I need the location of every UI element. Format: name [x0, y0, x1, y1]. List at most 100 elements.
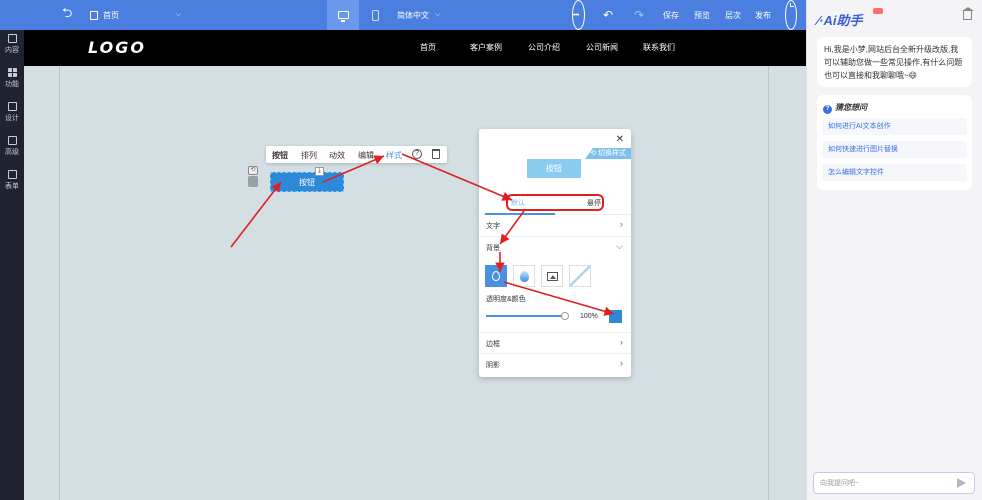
sidebar-item-label: 高级: [5, 149, 19, 156]
site-nav-item[interactable]: 客户案例: [470, 42, 502, 53]
anchor-icon[interactable]: ⤓: [315, 167, 324, 176]
mobile-view-button[interactable]: [359, 0, 391, 30]
section-label: 文字: [486, 223, 500, 230]
editor-canvas[interactable]: [24, 30, 806, 500]
sidebar-item-label: 设计: [5, 115, 19, 122]
none-option[interactable]: [569, 265, 591, 287]
more-icon[interactable]: •••: [572, 0, 585, 30]
toolbar-button-type[interactable]: 按钮: [272, 150, 288, 161]
section-background[interactable]: 背景 ⌵: [479, 237, 631, 259]
color-swatch[interactable]: [609, 310, 622, 323]
ai-chat-input-box: [813, 472, 975, 494]
toolbar-animation[interactable]: 动效: [329, 150, 345, 161]
section-border[interactable]: 边框 ›: [479, 332, 631, 354]
element-toolbar: 按钮 排列 动效 编辑 样式 ?: [266, 146, 447, 163]
chevron-right-icon: ›: [620, 219, 623, 229]
redo-icon[interactable]: ↷: [634, 0, 644, 30]
opacity-label: 透明度&颜色: [486, 296, 526, 303]
desktop-view-button[interactable]: [327, 0, 359, 30]
page-name: 首页: [103, 10, 119, 20]
section-label: 边框: [486, 341, 500, 348]
sidebar-item-content[interactable]: 内容: [0, 34, 24, 55]
opacity-slider-track[interactable]: [486, 315, 566, 317]
history-icon[interactable]: [785, 0, 797, 30]
phone-icon: [371, 9, 379, 21]
ai-title-text: Ai助手: [823, 13, 863, 28]
sidebar-item-label: 功能: [5, 81, 19, 88]
tabs-highlight-annotation: [506, 194, 604, 211]
suggested-question[interactable]: 如何快速进行图片替换: [822, 141, 967, 158]
selected-button-element[interactable]: 按钮: [270, 172, 344, 192]
site-nav-item[interactable]: 联系我们: [643, 42, 675, 53]
suggested-questions: ? 猜您想问 如何进行AI文本创作 如何快速进行图片替换 怎么编辑文字控件: [817, 95, 972, 190]
new-badge: [873, 8, 883, 14]
ai-chat-input[interactable]: [820, 477, 950, 489]
site-nav-item[interactable]: 公司新闻: [586, 42, 618, 53]
toolbar-style[interactable]: 样式: [386, 150, 402, 161]
sidebar-item-form[interactable]: 表单: [0, 170, 24, 191]
trash-icon[interactable]: [432, 149, 440, 159]
publish-button[interactable]: 发布: [755, 0, 771, 30]
section-label: 背景: [486, 245, 500, 252]
section-label: 阴影: [486, 362, 500, 369]
guess-title-text: 猜您想问: [835, 103, 867, 112]
language-label: 简体中文: [397, 10, 429, 20]
suggested-questions-title: ? 猜您想问: [823, 102, 867, 114]
help-icon[interactable]: ?: [412, 149, 422, 159]
sidebar-item-design[interactable]: 设计: [0, 102, 24, 123]
gradient-option[interactable]: [513, 265, 535, 287]
opacity-slider-handle[interactable]: [561, 312, 569, 320]
chevron-down-icon: ⌵: [616, 241, 623, 251]
page-selector[interactable]: 首页 ⌵: [90, 0, 185, 30]
canvas-guide-right: [768, 30, 769, 500]
image-option[interactable]: [541, 265, 563, 287]
lock-icon[interactable]: [248, 176, 258, 187]
undo-icon[interactable]: ↶: [603, 0, 613, 30]
rotate-icon[interactable]: ⟲: [248, 166, 258, 175]
save-button[interactable]: 保存: [663, 0, 679, 30]
question-icon: ?: [823, 105, 832, 114]
send-icon[interactable]: [957, 478, 966, 488]
ai-assistant-title: ⁄·Ai助手: [817, 13, 863, 28]
form-icon: [7, 170, 17, 179]
sidebar-item-label: 内容: [5, 47, 19, 54]
section-shadow[interactable]: 阴影 ›: [479, 354, 631, 376]
suggested-question[interactable]: 怎么编辑文字控件: [822, 164, 967, 181]
element-side-controls: ⟲: [248, 166, 258, 187]
sidebar-item-features[interactable]: 功能: [0, 68, 24, 89]
close-icon[interactable]: ✕: [616, 134, 624, 145]
image-icon: [546, 271, 558, 281]
chevron-right-icon: ›: [620, 358, 623, 368]
chevron-down-icon: ⌵: [175, 11, 181, 18]
switch-style-label: 切换样式: [597, 150, 626, 157]
toolbar-edit[interactable]: 编辑: [358, 150, 374, 161]
suggested-question[interactable]: 如何进行AI文本创作: [822, 118, 967, 135]
toolbar-arrange[interactable]: 排列: [301, 150, 317, 161]
device-switcher: [327, 0, 391, 30]
document-icon: [7, 34, 17, 43]
preview-button[interactable]: 预览: [694, 0, 710, 30]
style-preview: 按钮: [527, 159, 581, 178]
grid-icon: [7, 68, 17, 77]
sidebar-item-label: 表单: [5, 183, 19, 190]
monitor-icon: [337, 11, 349, 22]
canvas-guide-left: [59, 30, 60, 500]
top-toolbar: ⮌ 首页 ⌵ 简体中文 ⌵ ••• ↶ ↷ 保存 预览 层次 发布: [0, 0, 806, 30]
style-panel: ✕ ⟲ 切换样式 按钮 默认 悬停 文字 › 背景 ⌵ 透明度&颜色 100% …: [479, 129, 631, 377]
language-selector[interactable]: 简体中文 ⌵: [397, 0, 440, 30]
opacity-value: 100%: [580, 313, 598, 320]
sidebar-item-advanced[interactable]: 高级: [0, 136, 24, 157]
home-icon[interactable]: [962, 7, 974, 20]
layers-button[interactable]: 层次: [725, 0, 741, 30]
section-text[interactable]: 文字 ›: [479, 215, 631, 237]
chevron-down-icon: ⌵: [435, 11, 441, 18]
site-nav-item[interactable]: 首页: [420, 42, 436, 53]
color-fill-option[interactable]: [485, 265, 507, 287]
gradient-icon: [519, 270, 529, 282]
site-logo[interactable]: LOGO: [88, 38, 146, 57]
site-nav-item[interactable]: 公司介绍: [528, 42, 560, 53]
left-sidebar: 内容 功能 设计 高级 表单: [0, 30, 24, 500]
layout-icon: [7, 102, 17, 111]
back-icon[interactable]: ⮌: [62, 0, 72, 30]
switch-style-button[interactable]: ⟲ 切换样式: [585, 148, 631, 159]
